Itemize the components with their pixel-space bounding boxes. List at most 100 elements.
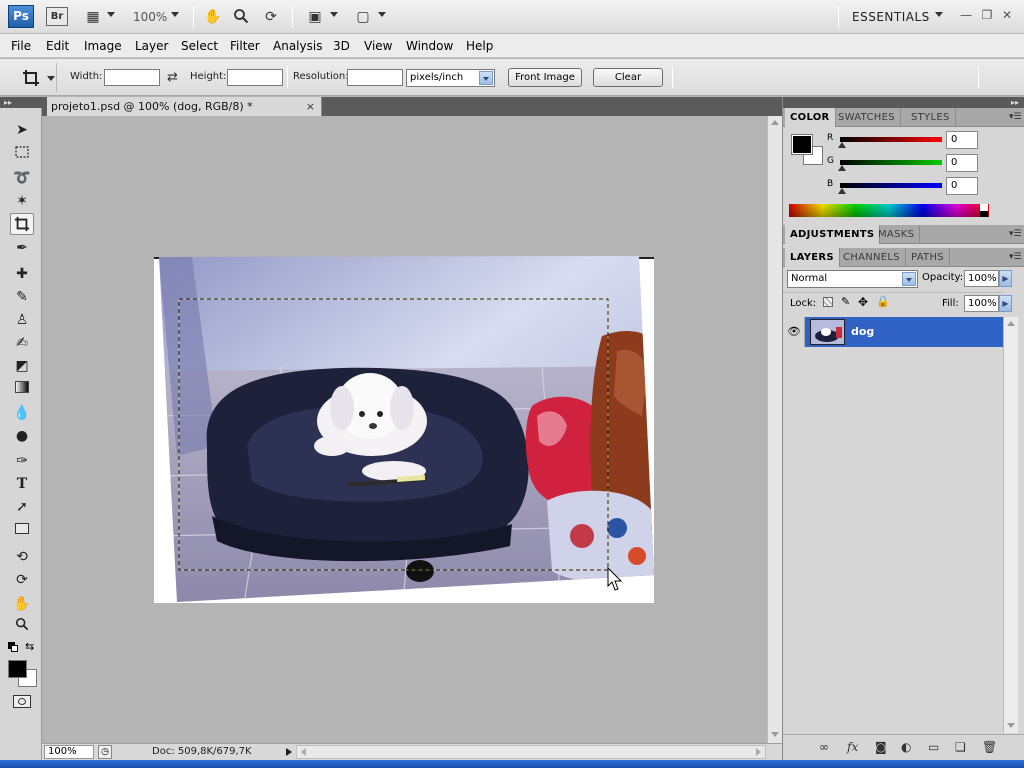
add-mask-icon[interactable]: ◙ (875, 740, 887, 754)
status-zoom-field[interactable]: 100% (44, 745, 94, 759)
menu-file[interactable]: File (11, 39, 31, 53)
launch-bridge-button[interactable]: Br (46, 7, 68, 26)
red-slider-thumb[interactable] (838, 142, 846, 148)
layer-name[interactable]: dog (851, 325, 874, 338)
rectangular-marquee-tool-icon[interactable] (10, 143, 34, 165)
dodge-tool-icon[interactable]: ● (10, 425, 34, 447)
eraser-tool-icon[interactable]: ◩ (10, 355, 34, 377)
tab-masks[interactable]: MASKS (873, 225, 921, 244)
document-canvas[interactable] (42, 116, 767, 743)
layer-visibility-toggle[interactable]: 👁 (783, 317, 805, 347)
menu-view[interactable]: View (364, 39, 392, 53)
scroll-right-icon[interactable] (756, 748, 761, 756)
blue-value-input[interactable]: 0 (946, 177, 978, 195)
blend-mode-select[interactable]: Normal (787, 270, 918, 288)
screen-mode-dropdown-icon[interactable] (378, 12, 386, 17)
menu-3d[interactable]: 3D (333, 39, 350, 53)
menu-edit[interactable]: Edit (46, 39, 69, 53)
move-tool-icon[interactable]: ➤ (10, 119, 34, 141)
brush-tool-icon[interactable]: ✎ (10, 286, 34, 308)
spectrum-white-swatch[interactable] (980, 204, 988, 211)
foreground-color-swatch[interactable] (8, 660, 27, 678)
zoom-tool-icon[interactable] (232, 8, 250, 26)
fill-input[interactable]: 100% (964, 295, 999, 312)
rotate-view-icon[interactable]: ⟳ (262, 8, 280, 26)
front-image-button[interactable]: Front Image (508, 68, 582, 87)
minimize-icon[interactable]: — (959, 8, 973, 22)
tab-channels[interactable]: CHANNELS (838, 248, 906, 267)
eyedropper-tool-icon[interactable]: ✒ (10, 237, 34, 259)
zoom-tool-icon[interactable] (10, 616, 34, 638)
menu-filter[interactable]: Filter (230, 39, 260, 53)
path-selection-tool-icon[interactable]: ➚ (10, 496, 34, 518)
tab-paths[interactable]: PATHS (906, 248, 950, 267)
layer-row[interactable]: 👁 dog (783, 317, 1003, 347)
lock-image-pixels-icon[interactable]: ✎ (841, 295, 850, 308)
new-group-icon[interactable]: ▭ (928, 740, 939, 754)
type-tool-icon[interactable]: T (10, 473, 34, 495)
3d-orbit-tool-icon[interactable]: ⟳ (10, 569, 34, 591)
blue-slider-thumb[interactable] (838, 188, 846, 194)
scroll-down-icon[interactable] (771, 732, 779, 737)
scroll-up-icon[interactable] (1007, 321, 1015, 326)
menu-window[interactable]: Window (406, 39, 453, 53)
green-value-input[interactable]: 0 (946, 154, 978, 172)
restore-icon[interactable]: ❐ (980, 8, 994, 22)
menu-select[interactable]: Select (181, 39, 218, 53)
new-layer-icon[interactable]: ❏ (955, 740, 966, 754)
color-spectrum-ramp[interactable] (789, 204, 989, 217)
blue-slider[interactable] (840, 183, 942, 188)
spectrum-black-swatch[interactable] (980, 211, 988, 217)
magic-wand-tool-icon[interactable]: ✶ (10, 190, 34, 212)
crop-tool-icon[interactable] (10, 213, 34, 235)
lock-transparent-pixels-icon[interactable] (823, 297, 833, 307)
menu-analysis[interactable]: Analysis (273, 39, 322, 53)
panel-menu-icon[interactable]: ▾☰ (1009, 229, 1022, 239)
document-tab[interactable]: projeto1.psd @ 100% (dog, RGB/8) * × (47, 97, 322, 116)
resolution-input[interactable] (347, 69, 403, 86)
adjustment-layer-icon[interactable]: ◐ (901, 740, 911, 754)
vertical-scrollbar[interactable] (767, 116, 782, 743)
tab-styles[interactable]: STYLES (906, 108, 956, 127)
green-slider[interactable] (840, 160, 942, 165)
tab-adjustments[interactable]: ADJUSTMENTS (785, 225, 881, 244)
lasso-tool-icon[interactable]: ➰ (10, 167, 34, 189)
clone-stamp-tool-icon[interactable]: ♙ (10, 309, 34, 331)
blur-tool-icon[interactable]: 💧 (10, 402, 34, 424)
lock-all-icon[interactable]: 🔒 (876, 295, 890, 308)
horizontal-scrollbar[interactable] (296, 745, 766, 759)
green-slider-thumb[interactable] (838, 165, 846, 171)
swap-colors-icon[interactable]: ⇆ (25, 640, 34, 653)
rectangle-shape-tool-icon[interactable] (10, 519, 34, 541)
zoom-level[interactable]: 100% (133, 10, 167, 24)
opacity-input[interactable]: 100% (964, 270, 999, 287)
gradient-tool-icon[interactable] (10, 378, 34, 400)
fill-slider-button[interactable]: ▶ (999, 295, 1012, 312)
status-menu-arrow-icon[interactable] (286, 748, 292, 756)
panel-menu-icon[interactable]: ▾☰ (1009, 252, 1022, 262)
opacity-slider-button[interactable]: ▶ (999, 270, 1012, 287)
red-slider[interactable] (840, 137, 942, 142)
layers-scrollbar[interactable] (1003, 317, 1018, 733)
height-input[interactable] (227, 69, 283, 86)
red-value-input[interactable]: 0 (946, 131, 978, 149)
swap-dimensions-icon[interactable]: ⇄ (167, 70, 178, 85)
collapse-panels-icon[interactable]: ▸▸ (1011, 97, 1019, 108)
menu-help[interactable]: Help (466, 39, 493, 53)
3d-rotate-tool-icon[interactable]: ⟲ (10, 546, 34, 568)
width-input[interactable] (104, 69, 160, 86)
history-brush-tool-icon[interactable]: ✍ (10, 332, 34, 354)
tab-swatches[interactable]: SWATCHES (833, 108, 901, 127)
hand-tool-icon[interactable]: ✋ (204, 8, 222, 26)
default-colors-icon[interactable] (8, 642, 18, 652)
arrange-documents-dropdown-icon[interactable] (330, 12, 338, 17)
link-layers-icon[interactable]: ∞ (819, 740, 829, 754)
clear-button[interactable]: Clear (593, 68, 663, 87)
scroll-down-icon[interactable] (1007, 723, 1015, 728)
tool-preset-dropdown-icon[interactable] (47, 76, 55, 81)
status-info-icon[interactable]: ◷ (98, 745, 112, 759)
scroll-up-icon[interactable] (771, 120, 779, 125)
screen-mode-icon[interactable]: ▢ (354, 8, 372, 26)
healing-brush-tool-icon[interactable]: ✚ (10, 263, 34, 285)
lock-position-icon[interactable]: ✥ (858, 295, 868, 309)
